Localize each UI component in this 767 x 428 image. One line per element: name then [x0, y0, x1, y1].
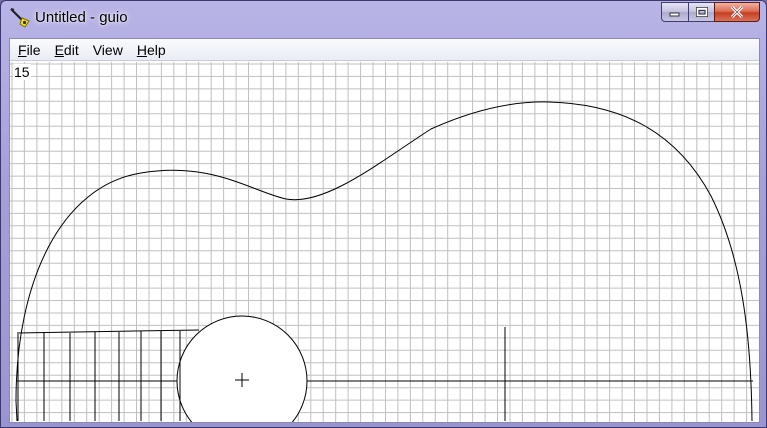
client-area: File Edit View Help 15: [9, 38, 760, 423]
pen-tool-icon: [9, 7, 31, 29]
fret-lines: [17, 331, 181, 421]
menu-bar: File Edit View Help: [10, 39, 759, 61]
menu-edit[interactable]: Edit: [48, 40, 86, 60]
window-title: Untitled - guio: [35, 9, 128, 26]
fretboard-edge: [16, 329, 200, 334]
drawing-canvas[interactable]: 15: [10, 62, 759, 422]
window-controls: [661, 2, 760, 24]
menu-file[interactable]: File: [11, 40, 48, 60]
close-button[interactable]: [714, 2, 760, 22]
scale-readout: 15: [13, 64, 31, 80]
maximize-button[interactable]: [688, 2, 714, 22]
menu-help[interactable]: Help: [130, 40, 173, 60]
guitar-drawing: [15, 101, 753, 422]
guitar-body-outline: [15, 101, 753, 422]
app-window: Untitled - guio File Edit View Help 15: [0, 0, 767, 428]
sound-hole: [176, 315, 308, 422]
minimize-icon: [669, 7, 681, 17]
guitar-body-bottom-left: [15, 400, 18, 422]
maximize-icon: [695, 6, 709, 18]
close-icon: [730, 6, 744, 18]
title-bar[interactable]: Untitled - guio: [1, 1, 766, 32]
minimize-button[interactable]: [661, 2, 688, 22]
menu-view[interactable]: View: [86, 40, 130, 60]
